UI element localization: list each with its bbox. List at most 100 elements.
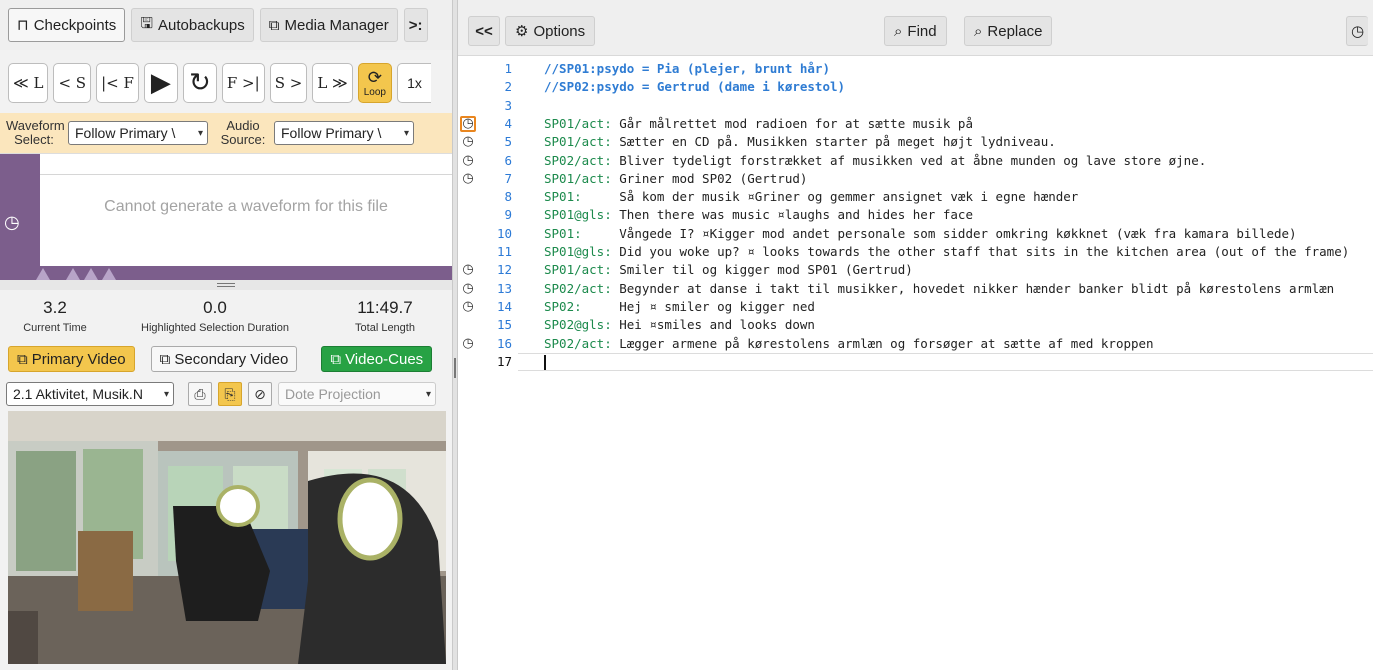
replay-button[interactable]: ↻ bbox=[182, 63, 217, 103]
transcript-line[interactable]: ◷ 14 SP02: Hej ¤ smiler og kigger ned bbox=[458, 298, 1373, 316]
media-panel: ⊓ Checkpoints 🖫 Autobackups ⧉ Media Mana… bbox=[0, 0, 452, 670]
play-button[interactable]: ▶ bbox=[143, 63, 178, 103]
tab-media-manager[interactable]: ⧉ Media Manager bbox=[259, 8, 398, 42]
line-number: 10 bbox=[496, 225, 512, 241]
chevron-down-icon: ▾ bbox=[403, 127, 409, 139]
transcript-line[interactable]: ◷ 6 SP02/act: Bliver tydeligt forstrækket … bbox=[458, 152, 1373, 170]
transcript-line[interactable]: ◷ 4 SP01/act: Går målrettet mod radioen fo… bbox=[458, 115, 1373, 133]
waveform-options: Waveform Select: Follow Primary \ ▾ Audi… bbox=[0, 113, 452, 153]
tab-label: Secondary Video bbox=[174, 350, 289, 368]
replace-label: Replace bbox=[987, 22, 1043, 40]
transcript-line[interactable]: 3 bbox=[458, 97, 1373, 115]
app-window: ⊓ Checkpoints 🖫 Autobackups ⧉ Media Mana… bbox=[0, 0, 1373, 670]
video-file-value: 2.1 Aktivitet, Musik.N bbox=[13, 386, 143, 402]
tab-checkpoints[interactable]: ⊓ Checkpoints bbox=[8, 8, 126, 42]
playback-rate-button[interactable]: 1x bbox=[397, 63, 431, 103]
utterance-text: Sætter en CD på. Musikken starter på meg… bbox=[611, 134, 1056, 150]
frame-back-button[interactable]: |< F bbox=[96, 63, 139, 103]
history-button[interactable]: ◷ bbox=[1346, 16, 1369, 46]
forward-small-button[interactable]: S > bbox=[269, 63, 308, 103]
line-text: SP01/act: Smiler til og kigger mod SP01 … bbox=[544, 261, 913, 279]
waveform-markers bbox=[0, 266, 452, 280]
transcript-line[interactable]: ◷ 13 SP02/act: Begynder at danse i takt ti… bbox=[458, 280, 1373, 298]
camera-save-icon[interactable]: ⎘ bbox=[218, 382, 242, 406]
utterance-text: Begynder at danse i takt til musikker, h… bbox=[611, 280, 1335, 296]
frame-forward-button[interactable]: F >| bbox=[221, 63, 265, 103]
speaker-tier: SP01/act: bbox=[544, 170, 612, 186]
transcript-line[interactable]: 9 SP01@gls: Then there was music ¤laughs … bbox=[458, 206, 1373, 224]
utterance-text: Griner mod SP02 (Gertrud) bbox=[611, 170, 808, 186]
camera-icon[interactable]: ⎙ bbox=[188, 382, 212, 406]
utterance-text: Lægger armene på kørestolens armlæn og f… bbox=[611, 335, 1154, 351]
cue-clock-icon[interactable]: ◷ bbox=[460, 134, 476, 150]
waveform-message: Cannot generate a waveform for this file bbox=[104, 198, 388, 215]
waveform-select-label: Waveform Select: bbox=[6, 118, 65, 147]
cue-clock-icon[interactable]: ◷ bbox=[460, 299, 476, 315]
transcript-line[interactable]: 1 //SP01:psydo = Pia (plejer, brunt hår) bbox=[458, 60, 1373, 78]
utterance-text: Går målrettet mod radioen for at sætte m… bbox=[611, 115, 973, 131]
waveform-area[interactable]: ◷ Cannot generate a waveform for this fi… bbox=[0, 153, 452, 281]
speaker-tier: SP02/act: bbox=[544, 335, 612, 351]
marker-icon[interactable] bbox=[102, 268, 116, 280]
transcript-line[interactable]: 10 SP01: Vångede I? ¤Kigger mod andet per… bbox=[458, 225, 1373, 243]
line-text: SP01/act: Sætter en CD på. Musikken star… bbox=[544, 133, 1056, 151]
transcript-line[interactable]: 15 SP02@gls: Hei ¤smiles and looks down bbox=[458, 316, 1373, 334]
line-text: SP01: Så kom der musik ¤Griner og gemmer… bbox=[544, 188, 1078, 206]
transcript-line[interactable]: 8 SP01: Så kom der musik ¤Griner og gemme… bbox=[458, 188, 1373, 206]
more-tabs-button[interactable]: >: bbox=[403, 8, 428, 42]
back-large-button[interactable]: ≪ L bbox=[8, 63, 49, 103]
forward-large-button[interactable]: L ≫ bbox=[312, 63, 353, 103]
grip-icon bbox=[454, 358, 456, 378]
find-label: Find bbox=[907, 22, 937, 40]
audio-source-select[interactable]: Follow Primary \ ▾ bbox=[274, 121, 414, 145]
cue-clock-icon[interactable]: ◷ bbox=[460, 115, 476, 132]
waveform-baseline bbox=[40, 174, 452, 175]
loop-label: Loop bbox=[363, 86, 386, 98]
transcript-editor[interactable]: 1 //SP01:psydo = Pia (plejer, brunt hår) 2… bbox=[458, 57, 1373, 670]
video-player[interactable] bbox=[8, 411, 446, 664]
cue-clock-icon[interactable]: ◷ bbox=[460, 171, 476, 187]
line-text: SP02@gls: Hei ¤smiles and looks down bbox=[544, 316, 815, 334]
transcript-line[interactable]: ◷ 7 SP01/act: Griner mod SP02 (Gertrud) bbox=[458, 170, 1373, 188]
projection-select[interactable]: Dote Projection ▾ bbox=[278, 382, 436, 406]
line-number: 17 bbox=[496, 353, 512, 369]
tab-video-cues[interactable]: ⧉ Video-Cues bbox=[321, 346, 433, 372]
projection-value: Dote Projection bbox=[285, 386, 381, 402]
tab-label: Media Manager bbox=[284, 16, 389, 34]
transcript-line[interactable]: 11 SP01@gls: Did you woke up? ¤ looks tow… bbox=[458, 243, 1373, 261]
cue-icon: ⧉ bbox=[330, 350, 342, 368]
options-button[interactable]: ⚙ Options bbox=[505, 16, 596, 46]
marker-icon[interactable] bbox=[36, 268, 50, 280]
find-button[interactable]: ⌕ Find bbox=[884, 16, 947, 46]
transcript-line[interactable]: ◷ 5 SP01/act: Sætter en CD på. Musikken st… bbox=[458, 133, 1373, 151]
current-time-value: 3.2 bbox=[43, 298, 67, 317]
total-length-label: Total Length bbox=[355, 322, 415, 334]
speaker-tier: SP01/act: bbox=[544, 134, 612, 150]
cue-clock-icon[interactable]: ◷ bbox=[460, 262, 476, 278]
back-small-button[interactable]: < S bbox=[53, 63, 92, 103]
transcript-line[interactable]: 17 bbox=[458, 352, 1373, 371]
cue-clock-icon[interactable]: ◷ bbox=[460, 281, 476, 297]
waveform-resize-handle[interactable] bbox=[0, 280, 452, 290]
marker-icon[interactable] bbox=[84, 268, 98, 280]
tab-secondary-video[interactable]: ⧉ Secondary Video bbox=[150, 346, 298, 372]
marker-icon[interactable] bbox=[66, 268, 80, 280]
clock-icon[interactable]: ◷ bbox=[4, 212, 20, 233]
cue-clock-icon[interactable]: ◷ bbox=[460, 336, 476, 352]
tab-primary-video[interactable]: ⧉ Primary Video bbox=[8, 346, 135, 372]
video-file-select[interactable]: 2.1 Aktivitet, Musik.N ▾ bbox=[6, 382, 174, 406]
loop-button[interactable]: ⟳ Loop bbox=[357, 63, 392, 103]
line-number: 6 bbox=[504, 152, 512, 168]
transcript-line[interactable]: ◷ 16 SP02/act: Lægger armene på kørestolen… bbox=[458, 335, 1373, 353]
replace-button[interactable]: ⌕ Replace bbox=[964, 16, 1053, 46]
line-number: 4 bbox=[504, 115, 512, 131]
tab-autobackups[interactable]: 🖫 Autobackups bbox=[131, 8, 254, 42]
cue-clock-icon[interactable]: ◷ bbox=[460, 153, 476, 169]
waveform-select[interactable]: Follow Primary \ ▾ bbox=[68, 121, 208, 145]
line-text: SP02/act: Bliver tydeligt forstrækket af… bbox=[544, 152, 1206, 170]
collapse-panel-button[interactable]: << bbox=[468, 16, 500, 46]
transcript-line[interactable]: ◷ 12 SP01/act: Smiler til og kigger mod SP… bbox=[458, 261, 1373, 279]
transcript-panel: << ⚙ Options ⌕ Find ⌕ Replace ◷ 1 //SP01:… bbox=[458, 0, 1373, 670]
transcript-line[interactable]: 2 //SP02:psydo = Gertrud (dame i kørestol… bbox=[458, 78, 1373, 96]
camera-off-icon[interactable]: ⊘ bbox=[248, 382, 272, 406]
